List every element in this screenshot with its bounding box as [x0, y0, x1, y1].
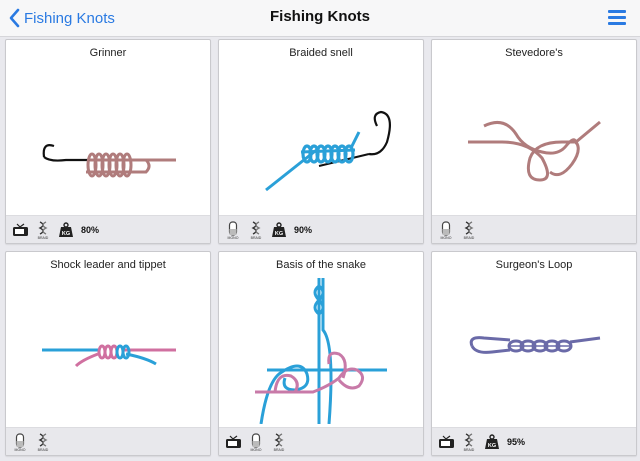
hamburger-menu-icon[interactable]: [608, 10, 626, 25]
knot-title: Shock leader and tippet: [50, 259, 166, 271]
weight-icon: KG: [270, 220, 288, 240]
braided-snell-knot-illustration: [265, 110, 392, 192]
card-footer: MONO BRAID: [6, 427, 210, 455]
weight-icon: KG: [57, 220, 75, 240]
card-footer: MONO BRAID: [432, 215, 636, 243]
knot-title: Surgeon's Loop: [495, 259, 573, 271]
svg-text:BRAID: BRAID: [464, 236, 475, 240]
card-footer: BRAID KG 80%: [6, 215, 210, 243]
svg-text:BRAID: BRAID: [38, 236, 49, 240]
svg-text:MONO: MONO: [228, 236, 239, 240]
svg-text:KG: KG: [275, 231, 283, 237]
svg-text:MONO: MONO: [251, 448, 262, 452]
braid-icon: BRAID: [460, 220, 478, 240]
knot-title: Basis of the snake: [276, 259, 366, 271]
knot-title: Grinner: [89, 47, 127, 59]
nav-bar: Fishing Knots Fishing Knots: [0, 0, 640, 37]
stevedores-knot-illustration: [468, 120, 601, 182]
braid-icon: BRAID: [270, 432, 288, 452]
svg-text:BRAID: BRAID: [38, 448, 49, 452]
svg-text:BRAID: BRAID: [464, 448, 475, 452]
knot-card-basis-of-the-snake[interactable]: Basis of the snake MONO BRAID: [218, 251, 424, 456]
card-footer: MONO BRAID KG 90%: [219, 215, 423, 243]
weight-icon: KG: [483, 432, 501, 452]
knot-grid: Grinner BRAID KG 80% Braided snell MONO …: [0, 37, 640, 461]
card-footer: BRAID KG 95%: [432, 427, 636, 455]
svg-text:MONO: MONO: [441, 236, 452, 240]
surgeons-loop-knot-illustration: [469, 336, 601, 354]
mono-icon: MONO: [437, 220, 455, 240]
knot-card-stevedores[interactable]: Stevedore's MONO BRAID: [431, 39, 637, 244]
braid-icon: BRAID: [460, 432, 478, 452]
svg-text:MONO: MONO: [15, 448, 26, 452]
knot-card-braided-snell[interactable]: Braided snell MONO BRAID KG 90%: [218, 39, 424, 244]
strength-value: 95%: [507, 436, 526, 447]
svg-text:KG: KG: [488, 443, 496, 449]
strength-value: 80%: [81, 224, 100, 235]
mono-icon: MONO: [247, 432, 265, 452]
braid-icon: BRAID: [34, 220, 52, 240]
mono-icon: MONO: [11, 432, 29, 452]
knot-card-surgeons-loop[interactable]: Surgeon's Loop BRAID KG 95%: [431, 251, 637, 456]
card-footer: MONO BRAID: [219, 427, 423, 455]
svg-text:BRAID: BRAID: [274, 448, 285, 452]
page-title: Fishing Knots: [270, 8, 370, 25]
braid-icon: BRAID: [34, 432, 52, 452]
knot-title: Braided snell: [289, 47, 353, 59]
braid-icon: BRAID: [247, 220, 265, 240]
grinner-knot-illustration: [42, 144, 176, 178]
basis-of-the-snake-knot-illustration: [255, 278, 387, 424]
tv-icon: [224, 432, 242, 452]
tv-icon: [437, 432, 455, 452]
svg-text:BRAID: BRAID: [251, 236, 262, 240]
knot-card-shock-leader-and-tippet[interactable]: Shock leader and tippet MONO BRAID: [5, 251, 211, 456]
tv-icon: [11, 220, 29, 240]
knot-card-grinner[interactable]: Grinner BRAID KG 80%: [5, 39, 211, 244]
svg-text:KG: KG: [62, 231, 70, 237]
strength-value: 90%: [294, 224, 313, 235]
mono-icon: MONO: [224, 220, 242, 240]
knot-title: Stevedore's: [505, 47, 563, 59]
shock-leader-knot-illustration: [42, 344, 176, 368]
